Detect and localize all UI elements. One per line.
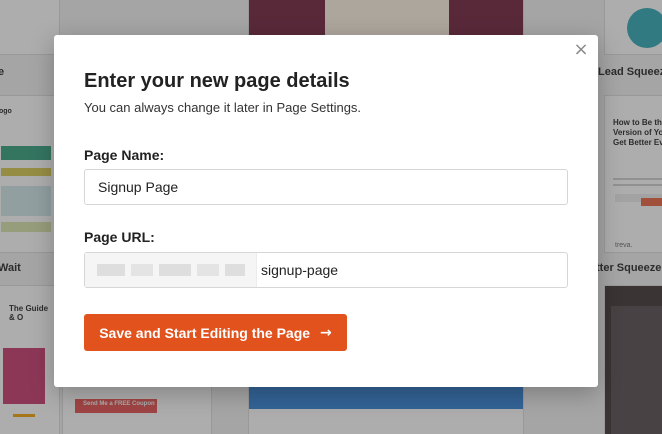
new-page-details-modal: × Enter your new page details You can al… [54, 35, 598, 387]
page-name-label: Page Name: [84, 147, 165, 163]
page-url-slug-input[interactable] [261, 253, 561, 287]
save-and-start-editing-button[interactable]: Save and Start Editing the Page → [84, 314, 347, 351]
page-url-field-wrapper [84, 252, 568, 288]
close-icon[interactable]: × [572, 41, 590, 59]
submit-button-label: Save and Start Editing the Page [99, 324, 311, 341]
modal-title: Enter your new page details [84, 70, 350, 92]
page-url-label: Page URL: [84, 229, 155, 245]
page-name-input[interactable] [98, 170, 554, 204]
modal-subtitle: You can always change it later in Page S… [84, 100, 362, 115]
page-name-field-wrapper [84, 169, 568, 205]
arrow-right-icon: → [320, 324, 332, 341]
page-url-domain-prefix [85, 253, 257, 287]
